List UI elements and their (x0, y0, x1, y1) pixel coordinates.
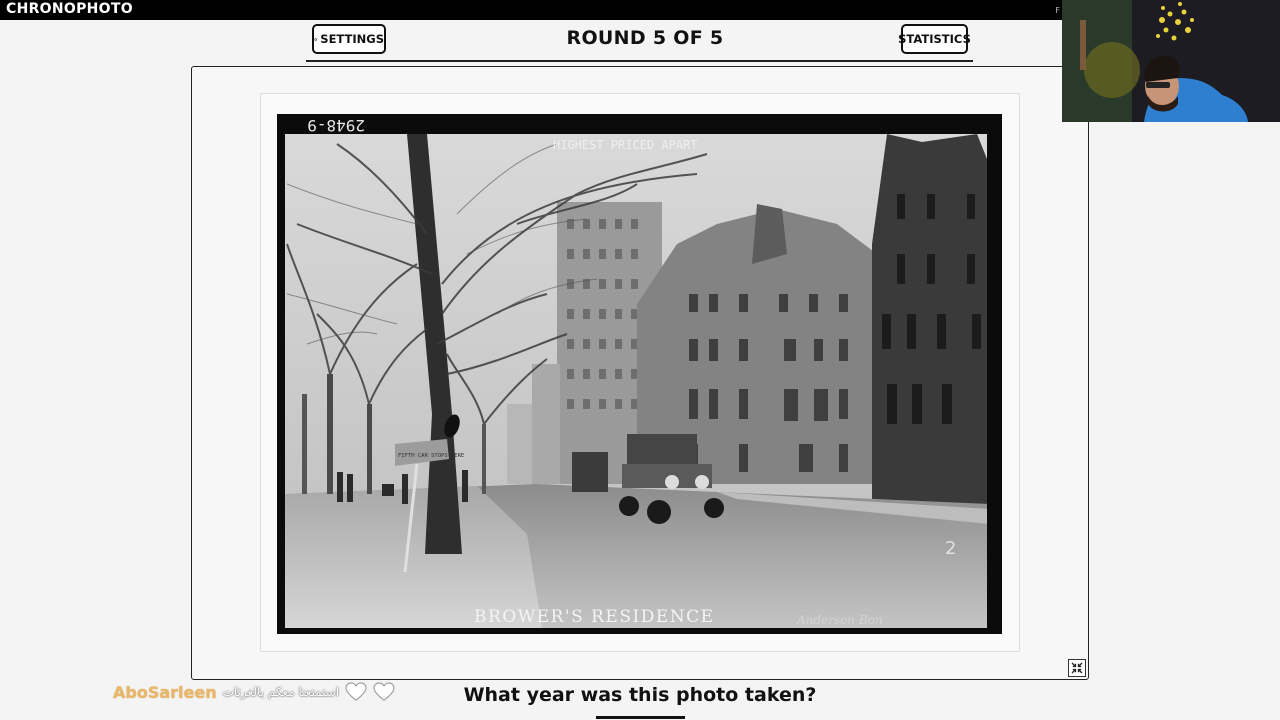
statistics-button[interactable]: STATISTICS (898, 24, 971, 54)
chat-overlay: AboSarleen استمتعنا معكم يالغرثات (113, 680, 395, 704)
settings-label: SETTINGS (320, 32, 384, 46)
fullscreen-toggle-button[interactable] (1068, 659, 1086, 677)
header-divider (306, 60, 973, 62)
year-input-indicator[interactable] (596, 716, 685, 719)
corner-mark: 2 (945, 538, 956, 559)
street-sign-text: FIFTH CAR STOPS HERE (398, 453, 464, 459)
heart-icon (373, 682, 395, 701)
gear-icon (314, 37, 318, 41)
collapse-arrows-icon (1071, 662, 1083, 674)
webcam-overlay (1062, 0, 1280, 122)
statistics-label: STATISTICS (898, 32, 971, 46)
bottom-faint-text: Anderson Bon (796, 613, 883, 627)
settings-button[interactable]: SETTINGS (312, 24, 386, 54)
top-caption: HIGHEST PRICED APART (553, 138, 698, 152)
chat-message: استمتعنا معكم يالغرثات (222, 685, 340, 699)
bottom-caption: BROWER'S RESIDENCE (474, 607, 715, 627)
heart-icon (345, 682, 367, 701)
question-prompt: What year was this photo taken? (463, 684, 817, 706)
chat-username: AboSarleen (113, 682, 217, 702)
plate-number: 2948-9 (307, 116, 365, 135)
round-title: ROUND 5 OF 5 (566, 27, 724, 49)
top-bar: CHRONOPHOTO F (0, 0, 1062, 20)
app-logo: CHRONOPHOTO (6, 1, 133, 17)
topbar-edge-letter: F (1055, 6, 1060, 15)
historic-photo: FIFTH CAR STOPS HERE 2948-9 HIGHEST PRIC… (277, 114, 1002, 634)
